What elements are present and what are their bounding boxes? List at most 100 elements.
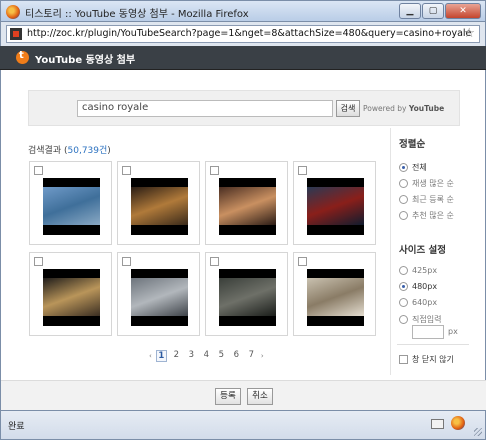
- page-link[interactable]: 1: [155, 350, 167, 362]
- page-list: 1234567: [155, 350, 257, 362]
- sort-option[interactable]: 재생 많은 순: [399, 178, 454, 189]
- video-select-checkbox[interactable]: [34, 257, 43, 266]
- video-thumbnail-image: [43, 278, 100, 316]
- video-thumbnail[interactable]: [307, 178, 364, 235]
- sort-option[interactable]: 전체: [399, 162, 427, 173]
- status-bar: 완료: [0, 410, 486, 440]
- powered-by-label: Powered by YouTube: [363, 104, 444, 113]
- size-option-label: 직접입력: [412, 315, 442, 324]
- url-text[interactable]: http://zoc.kr/plugin/YouTubeSearch?page=…: [27, 28, 471, 39]
- status-text: 완료: [8, 422, 25, 432]
- sidebar-divider: [397, 344, 469, 345]
- youtube-brand: YouTube: [408, 104, 445, 113]
- size-radio[interactable]: [399, 315, 408, 324]
- size-option-label: 425px: [412, 266, 438, 275]
- register-button[interactable]: 등록: [215, 388, 241, 405]
- video-thumbnail[interactable]: [43, 269, 100, 326]
- video-select-checkbox[interactable]: [298, 166, 307, 175]
- video-item[interactable]: [29, 161, 112, 245]
- page-link[interactable]: 7: [246, 350, 257, 362]
- video-item[interactable]: [205, 252, 288, 336]
- address-bar: http://zoc.kr/plugin/YouTubeSearch?page=…: [0, 22, 486, 46]
- site-favicon-icon: [10, 28, 22, 40]
- page-title: YouTube 동영상 첨부: [35, 55, 136, 66]
- main-content: casino royale 검색 Powered by YouTube 검색결과…: [0, 70, 486, 410]
- sort-radio[interactable]: [399, 211, 408, 220]
- page-link[interactable]: 3: [186, 350, 197, 362]
- sort-option[interactable]: 최근 등록 순: [399, 194, 454, 205]
- sort-radio[interactable]: [399, 179, 408, 188]
- video-thumbnail-image: [131, 187, 188, 225]
- page-link[interactable]: 4: [201, 350, 212, 362]
- video-thumbnail[interactable]: [219, 269, 276, 326]
- search-button[interactable]: 검색: [336, 100, 360, 117]
- video-item[interactable]: [293, 161, 376, 245]
- size-radio[interactable]: [399, 282, 408, 291]
- firefox-icon: [6, 5, 20, 19]
- dialog-footer: 등록 취소: [1, 380, 486, 410]
- sort-radio[interactable]: [399, 163, 408, 172]
- maximize-button[interactable]: ▢: [422, 3, 444, 19]
- video-thumbnail-image: [219, 187, 276, 225]
- video-select-checkbox[interactable]: [298, 257, 307, 266]
- result-suffix: ): [107, 146, 111, 156]
- bookmark-star-icon[interactable]: ☆: [463, 26, 475, 41]
- page-link[interactable]: 2: [171, 350, 182, 362]
- size-option[interactable]: 480px: [399, 282, 437, 291]
- video-thumbnail[interactable]: [131, 269, 188, 326]
- options-sidebar: 정렬순 전체재생 많은 순최근 등록 순추천 많은 순 사이즈 설정 425px…: [390, 128, 475, 375]
- sort-radio[interactable]: [399, 195, 408, 204]
- size-option[interactable]: 직접입력: [399, 314, 441, 325]
- video-item[interactable]: [205, 161, 288, 245]
- video-select-checkbox[interactable]: [122, 257, 131, 266]
- video-select-checkbox[interactable]: [210, 257, 219, 266]
- custom-size-input[interactable]: [412, 325, 444, 339]
- minimize-button[interactable]: ▁: [399, 3, 421, 19]
- video-thumbnail[interactable]: [307, 269, 364, 326]
- page-link[interactable]: 5: [216, 350, 227, 362]
- sort-option-label: 추천 많은 순: [412, 211, 454, 220]
- firefox-status-icon: [451, 416, 465, 430]
- video-item[interactable]: [117, 161, 200, 245]
- app-header: YouTube 동영상 첨부: [0, 46, 486, 70]
- url-field[interactable]: http://zoc.kr/plugin/YouTubeSearch?page=…: [6, 25, 480, 43]
- video-item[interactable]: [293, 252, 376, 336]
- video-select-checkbox[interactable]: [34, 166, 43, 175]
- result-count-value: 50,739건: [67, 146, 108, 156]
- size-option-label: 640px: [412, 298, 438, 307]
- close-window-button[interactable]: ✕: [445, 3, 481, 19]
- prev-page-icon[interactable]: ‹: [149, 352, 152, 360]
- sort-option-label: 전체: [412, 163, 427, 172]
- size-radio[interactable]: [399, 266, 408, 275]
- sort-heading: 정렬순: [399, 139, 426, 150]
- size-radio[interactable]: [399, 298, 408, 307]
- cancel-button[interactable]: 취소: [247, 388, 273, 405]
- page-link[interactable]: 6: [231, 350, 242, 362]
- mail-icon: [431, 419, 444, 429]
- size-heading: 사이즈 설정: [399, 245, 447, 256]
- video-thumbnail-image: [219, 278, 276, 316]
- size-option[interactable]: 640px: [399, 298, 437, 307]
- search-bar: casino royale 검색 Powered by YouTube: [28, 90, 460, 126]
- video-thumbnail[interactable]: [43, 178, 100, 235]
- video-thumbnail-image: [43, 187, 100, 225]
- search-input[interactable]: casino royale: [77, 100, 333, 117]
- video-thumbnail[interactable]: [131, 178, 188, 235]
- video-thumbnail-image: [307, 187, 364, 225]
- window-controls: ▁ ▢ ✕: [399, 3, 481, 19]
- video-item[interactable]: [117, 252, 200, 336]
- size-option[interactable]: 425px: [399, 266, 437, 275]
- next-page-icon[interactable]: ›: [261, 352, 264, 360]
- sort-option-label: 최근 등록 순: [412, 195, 454, 204]
- keep-window-open-option[interactable]: 창 닫지 않기: [399, 354, 454, 365]
- powered-by-prefix: Powered by: [363, 104, 409, 113]
- resize-grip-icon[interactable]: [474, 428, 482, 436]
- keep-window-open-checkbox[interactable]: [399, 355, 408, 364]
- video-item[interactable]: [29, 252, 112, 336]
- video-select-checkbox[interactable]: [122, 166, 131, 175]
- video-thumbnail[interactable]: [219, 178, 276, 235]
- sort-option-label: 재생 많은 순: [412, 179, 454, 188]
- video-select-checkbox[interactable]: [210, 166, 219, 175]
- tistory-logo-icon: [16, 50, 29, 64]
- sort-option[interactable]: 추천 많은 순: [399, 210, 454, 221]
